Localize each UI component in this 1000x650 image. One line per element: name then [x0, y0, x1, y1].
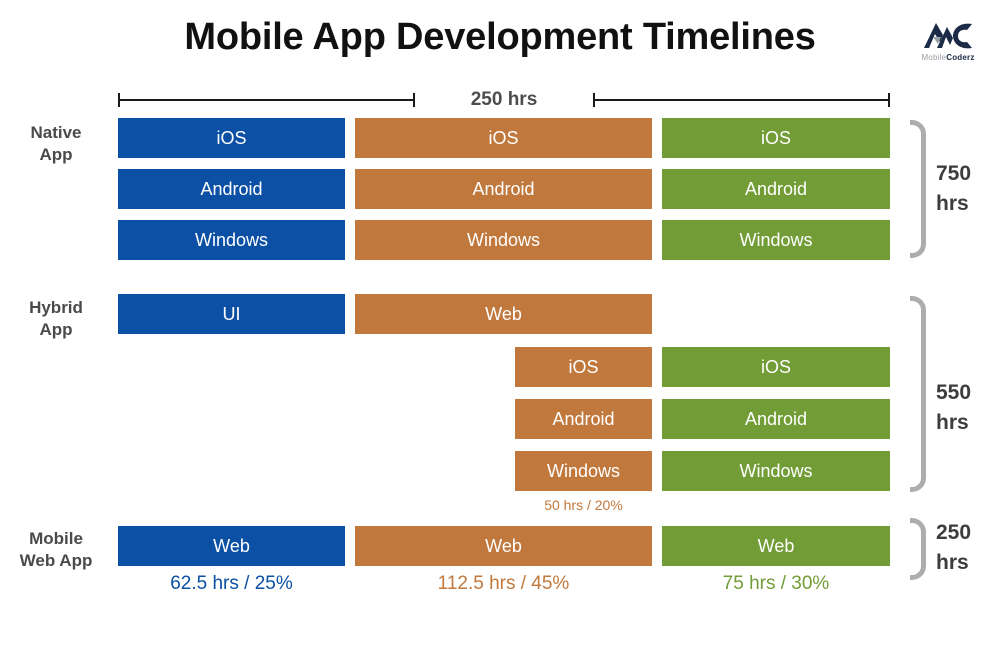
caption-mobileweb-blue: 62.5 hrs / 25%	[170, 573, 293, 594]
scale-label: 250 hrs	[470, 89, 538, 110]
brace-value-mobile-web-app-unit: hrs	[936, 551, 969, 574]
caption-mobileweb-green: 75 hrs / 30%	[722, 573, 830, 594]
bar-native-windows-orange: Windows	[355, 220, 652, 260]
row-label-native-app: Native App	[0, 122, 112, 166]
logo-word-mobile: Mobile	[921, 53, 947, 62]
bar-native-ios-green: iOS	[662, 118, 890, 158]
bar-hybrid-android-orange: Android	[515, 399, 652, 439]
caption-hybrid-orange: 50 hrs / 20%	[544, 497, 623, 513]
brace-value-hybrid-app-unit: hrs	[936, 411, 969, 434]
bar-mobileweb-web-orange: Web	[355, 526, 652, 566]
brace-value-mobile-web-app: 250 hrs	[936, 518, 1000, 578]
row-label-hybrid-app: Hybrid App	[0, 297, 112, 341]
bar-hybrid-windows-green: Windows	[662, 451, 890, 491]
bar-native-windows-green: Windows	[662, 220, 890, 260]
row-label-native-app-line2: App	[39, 145, 73, 164]
brace-value-mobile-web-app-number: 250	[936, 521, 972, 544]
row-label-native-app-line1: Native	[30, 123, 82, 142]
bar-hybrid-ui-blue: UI	[118, 294, 345, 334]
caption-mobileweb-orange: 112.5 hrs / 45%	[437, 573, 570, 594]
bar-hybrid-android-green: Android	[662, 399, 890, 439]
row-label-mobile-web-app: Mobile Web App	[0, 528, 112, 572]
row-label-mobile-web-app-line1: Mobile	[29, 529, 83, 548]
bar-hybrid-web-orange: Web	[355, 294, 652, 334]
bar-hybrid-ios-orange: iOS	[515, 347, 652, 387]
brace-value-hybrid-app: 550 hrs	[936, 378, 1000, 438]
bar-mobileweb-web-green: Web	[662, 526, 890, 566]
row-label-mobile-web-app-line2: Web App	[19, 551, 93, 570]
mobilecoderz-monogram-icon	[924, 23, 972, 49]
bar-mobileweb-web-blue: Web	[118, 526, 345, 566]
bar-native-android-blue: Android	[118, 169, 345, 209]
scale-ruler: 250 hrs	[118, 90, 890, 112]
infographic-canvas: Mobile App Development Timelines MobileC…	[0, 0, 1000, 650]
logo: MobileCoderz	[910, 18, 986, 74]
logo-wordmark: MobileCoderz	[910, 53, 986, 62]
brace-value-native-app-unit: hrs	[936, 192, 969, 215]
bar-native-ios-blue: iOS	[118, 118, 345, 158]
page-title: Mobile App Development Timelines	[184, 16, 816, 58]
bar-native-windows-blue: Windows	[118, 220, 345, 260]
brace-mobile-web-app	[910, 518, 926, 580]
brace-hybrid-app	[910, 296, 926, 492]
brace-value-native-app-number: 750	[936, 162, 972, 185]
row-label-hybrid-app-line1: Hybrid	[29, 298, 83, 317]
bar-native-android-orange: Android	[355, 169, 652, 209]
brace-native-app	[910, 120, 926, 258]
brace-value-hybrid-app-number: 550	[936, 381, 972, 404]
bar-hybrid-ios-green: iOS	[662, 347, 890, 387]
row-label-hybrid-app-line2: App	[39, 320, 73, 339]
bar-hybrid-windows-orange: Windows	[515, 451, 652, 491]
bar-native-android-green: Android	[662, 169, 890, 209]
bar-native-ios-orange: iOS	[355, 118, 652, 158]
logo-word-coderz: Coderz	[946, 53, 975, 62]
brace-value-native-app: 750 hrs	[936, 159, 1000, 219]
